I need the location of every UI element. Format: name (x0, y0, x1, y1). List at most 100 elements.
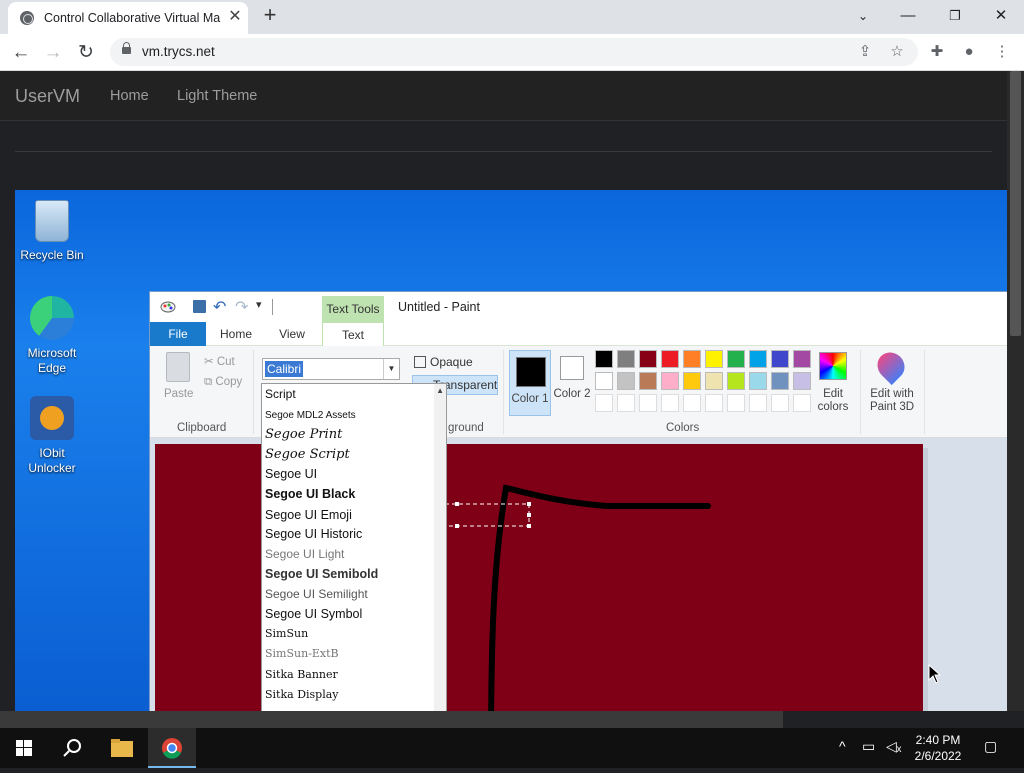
extensions-icon[interactable]: ✚ (928, 43, 946, 61)
profile-icon[interactable]: ● (960, 43, 978, 61)
close-window-button[interactable]: ✕ (986, 4, 1016, 28)
chevron-down-icon[interactable]: ▼ (383, 359, 399, 379)
palette-swatch[interactable] (705, 394, 723, 412)
color1-button[interactable]: Color 1 (509, 350, 551, 416)
palette-swatch[interactable] (617, 372, 635, 390)
palette-swatch[interactable] (771, 372, 789, 390)
vm-screen[interactable]: Recycle Bin Microsoft Edge IObit Unlocke… (15, 190, 1007, 711)
paste-button[interactable]: Paste (164, 388, 193, 400)
palette-swatch[interactable] (661, 372, 679, 390)
opaque-button[interactable]: Opaque (414, 355, 473, 369)
network-icon[interactable]: ▭ (862, 738, 875, 755)
nav-home[interactable]: Home (110, 88, 149, 104)
font-option[interactable]: Segoe UI Historic (265, 527, 362, 541)
menu-icon[interactable]: ⋮ (993, 43, 1011, 61)
palette-swatch[interactable] (683, 372, 701, 390)
font-option[interactable]: Script (265, 387, 296, 401)
palette-swatch[interactable] (683, 350, 701, 368)
palette-swatch[interactable] (595, 372, 613, 390)
customize-qat-icon[interactable]: ▾ (256, 298, 262, 311)
font-option[interactable]: Segoe UI Semilight (265, 587, 368, 601)
palette-swatch[interactable] (727, 372, 745, 390)
tab-view[interactable]: View (268, 322, 316, 346)
desktop-icon-iobit-unlocker[interactable]: IObit Unlocker (15, 396, 89, 476)
font-family-value[interactable]: Calibri (265, 361, 304, 377)
paint-app-icon[interactable] (160, 300, 176, 314)
palette-swatch[interactable] (705, 350, 723, 368)
font-option[interactable]: Segoe Script (265, 447, 350, 462)
lock-icon[interactable] (122, 42, 131, 57)
font-family-combobox[interactable]: Calibri ▼ (262, 358, 400, 380)
redo-icon[interactable]: ↷ (235, 297, 248, 317)
restore-button[interactable]: ❐ (940, 4, 970, 28)
start-button[interactable] (0, 728, 48, 768)
site-brand[interactable]: UserVM (15, 86, 80, 107)
palette-swatch[interactable] (771, 350, 789, 368)
palette-swatch[interactable] (617, 394, 635, 412)
back-button[interactable]: ← (8, 40, 34, 66)
file-explorer-button[interactable] (98, 728, 146, 768)
share-icon[interactable]: ⇪ (856, 43, 874, 61)
palette-swatch[interactable] (749, 350, 767, 368)
bookmark-star-icon[interactable]: ☆ (888, 43, 906, 61)
palette-swatch[interactable] (595, 394, 613, 412)
minimize-button[interactable]: — (893, 4, 923, 28)
paste-icon[interactable] (166, 352, 190, 382)
palette-swatch[interactable] (727, 394, 745, 412)
font-option[interactable]: Sitka Banner (265, 668, 338, 681)
search-button[interactable] (48, 728, 96, 768)
palette-swatch[interactable] (705, 372, 723, 390)
chrome-taskbar-button[interactable] (148, 728, 196, 768)
volume-muted-icon[interactable]: ◁ₓ (886, 738, 901, 755)
forward-button[interactable]: → (40, 40, 66, 66)
cut-button[interactable]: ✂ Cut (204, 354, 235, 368)
show-hidden-icons[interactable]: ^ (839, 738, 846, 754)
font-option[interactable]: Segoe UI Symbol (265, 607, 362, 621)
color2-label[interactable]: Color 2 (552, 388, 592, 401)
undo-icon[interactable]: ↶ (213, 297, 226, 317)
palette-swatch[interactable] (639, 394, 657, 412)
palette-swatch[interactable] (617, 350, 635, 368)
font-option[interactable]: Segoe UI Semibold (265, 567, 378, 581)
scroll-up-icon[interactable]: ▲ (436, 386, 444, 395)
nav-light-theme[interactable]: Light Theme (177, 88, 257, 104)
font-family-dropdown-list[interactable]: ▲ Script Segoe MDL2 Assets Segoe Print S… (261, 383, 447, 711)
font-option[interactable]: Segoe MDL2 Assets (265, 410, 356, 421)
tab-file[interactable]: File (150, 322, 206, 346)
page-horizontal-scrollbar[interactable] (0, 711, 1024, 728)
edit-with-paint3d-button[interactable]: Edit with Paint 3D (864, 388, 920, 414)
palette-swatch[interactable] (727, 350, 745, 368)
palette-swatch[interactable] (793, 372, 811, 390)
font-option[interactable]: Segoe UI (265, 467, 317, 481)
edit-colors-icon[interactable] (819, 352, 847, 380)
font-option[interactable]: Segoe Print (265, 427, 342, 442)
page-scroll-thumb[interactable] (1010, 71, 1021, 336)
notifications-icon[interactable]: ▢ (984, 738, 997, 755)
font-option[interactable]: Segoe UI Black (265, 487, 355, 501)
save-icon[interactable] (193, 300, 206, 313)
font-option[interactable]: Segoe UI Light (265, 547, 344, 561)
desktop-icon-edge[interactable]: Microsoft Edge (15, 296, 89, 376)
palette-swatch[interactable] (595, 350, 613, 368)
palette-swatch[interactable] (749, 394, 767, 412)
palette-swatch[interactable] (661, 350, 679, 368)
address-bar[interactable]: vm.trycs.net (110, 38, 918, 66)
close-tab-icon[interactable]: ✕ (226, 8, 244, 26)
palette-swatch[interactable] (793, 350, 811, 368)
font-option[interactable]: Sitka Display (265, 688, 339, 701)
desktop-icon-recycle-bin[interactable]: Recycle Bin (15, 200, 89, 263)
palette-swatch[interactable] (771, 394, 789, 412)
copy-button[interactable]: ⧉ Copy (204, 376, 242, 389)
font-option[interactable]: SimSun-ExtB (265, 647, 339, 660)
palette-swatch[interactable] (639, 350, 657, 368)
font-list-scrollbar[interactable] (434, 384, 446, 711)
tab-text[interactable]: Text (322, 322, 384, 346)
edit-colors-button[interactable]: Edit colors (812, 388, 854, 414)
tab-home[interactable]: Home (212, 322, 260, 346)
clock[interactable]: 2:40 PM 2/6/2022 (902, 732, 974, 764)
color2-swatch[interactable] (560, 356, 584, 380)
font-option[interactable]: Segoe UI Emoji (265, 508, 352, 522)
palette-swatch[interactable] (749, 372, 767, 390)
palette-swatch[interactable] (793, 394, 811, 412)
font-option[interactable]: SimSun (265, 627, 308, 640)
